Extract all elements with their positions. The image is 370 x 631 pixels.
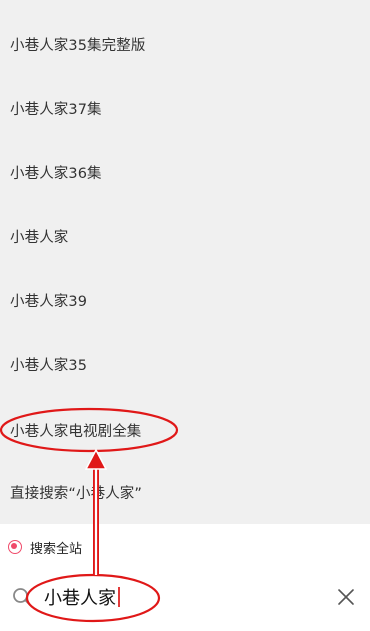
suggestion-item[interactable]: 小巷人家37集 — [0, 76, 370, 140]
suggestion-item[interactable]: 小巷人家35集完整版 — [0, 12, 370, 76]
search-scope-option[interactable]: 搜索全站 — [0, 528, 370, 566]
search-scope-label: 搜索全站 — [30, 541, 83, 557]
search-input[interactable]: 小巷人家 — [44, 585, 120, 609]
radio-selected-icon[interactable] — [8, 540, 22, 554]
suggestion-item[interactable]: 小巷人家36集 — [0, 140, 370, 204]
search-bar: 小巷人家 — [0, 566, 370, 631]
suggestion-item[interactable]: 小巷人家39 — [0, 268, 370, 332]
direct-search-item[interactable]: 直接搜索“小巷人家” — [0, 460, 370, 524]
suggestion-item[interactable]: 小巷人家 — [0, 204, 370, 268]
text-caret — [118, 587, 120, 607]
suggestion-list: 小巷人家35集完整版 小巷人家37集 小巷人家36集 小巷人家 小巷人家39 小… — [0, 0, 370, 524]
search-icon — [13, 588, 32, 607]
suggestion-item-highlighted[interactable]: 小巷人家电视剧全集 — [0, 398, 370, 462]
suggestion-item[interactable]: 小巷人家35 — [0, 332, 370, 396]
close-icon[interactable] — [336, 587, 356, 607]
search-input-text: 小巷人家 — [44, 588, 116, 609]
